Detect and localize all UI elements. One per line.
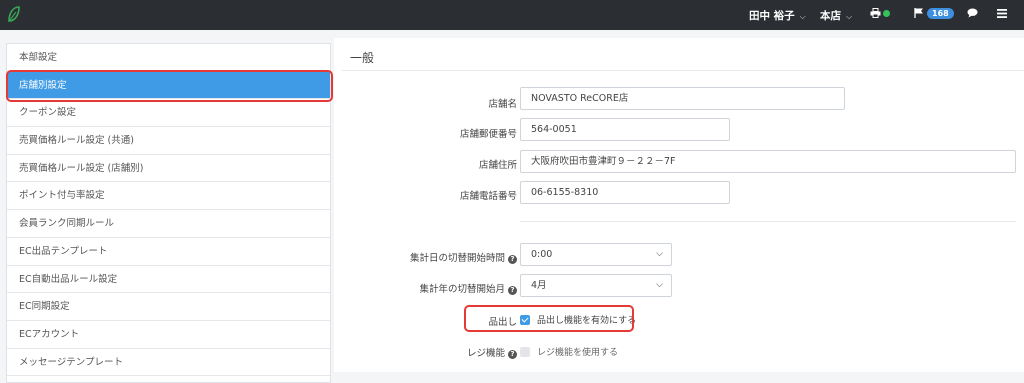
- address-input[interactable]: 大阪府吹田市豊津町９－２２－7F: [520, 150, 1016, 173]
- highlight-box: [6, 70, 333, 102]
- section-title: 一般: [350, 51, 375, 65]
- close-time-label: 集計日の切替開始時間?: [410, 250, 517, 264]
- sidebar-item-price-rule-common[interactable]: 売買価格ルール設定 (共通): [7, 127, 330, 155]
- main-menu-button[interactable]: [997, 8, 1007, 20]
- notifications-button[interactable]: 168: [914, 8, 954, 20]
- register-label: レジ機能?: [467, 345, 517, 359]
- printer-status[interactable]: [870, 8, 890, 20]
- register-label-text: レジ機能: [466, 348, 505, 359]
- app-logo-icon[interactable]: [7, 5, 21, 23]
- sidebar-item-ec-template[interactable]: EC出品テンプレート: [7, 238, 330, 266]
- register-checkbox-label[interactable]: レジ機能を使用する: [537, 345, 618, 358]
- help-icon[interactable]: ?: [508, 255, 517, 264]
- highlight-box: [464, 305, 634, 332]
- store-name: 本店: [820, 10, 841, 22]
- sidebar-item-ec-account[interactable]: ECアカウント: [7, 321, 330, 349]
- postal-code-label: 店舗郵便番号: [459, 129, 517, 140]
- fiscal-month-select[interactable]: 4月 ⌵: [520, 274, 672, 297]
- top-navbar: 田中 裕子 ⌵ 本店 ⌵ 168: [0, 0, 1024, 30]
- sidebar-item-member-rank[interactable]: 会員ランク同期ルール: [7, 210, 330, 238]
- sidebar-item-price-rule-store[interactable]: 売買価格ルール設定 (店舗別): [7, 155, 330, 183]
- phone-input[interactable]: 06-6155-8310: [520, 181, 730, 204]
- sidebar-item-head-office[interactable]: 本部設定: [7, 44, 330, 72]
- sidebar-item-points[interactable]: ポイント付与率設定: [7, 182, 330, 211]
- messages-button[interactable]: [967, 8, 978, 20]
- register-checkbox[interactable]: [520, 347, 530, 357]
- fiscal-month-label-text: 集計年の切替開始月: [419, 284, 505, 295]
- help-icon[interactable]: ?: [508, 286, 517, 295]
- chevron-down-icon: ⌵: [656, 249, 663, 259]
- notification-badge: 168: [927, 8, 954, 19]
- postal-code-input[interactable]: 564-0051: [520, 118, 730, 141]
- user-name: 田中 裕子: [749, 10, 795, 22]
- user-menu[interactable]: 田中 裕子 ⌵: [749, 8, 806, 23]
- divider: [520, 221, 1016, 222]
- fiscal-month-value: 4月: [531, 280, 547, 291]
- address-label: 店舗住所: [478, 160, 517, 171]
- chevron-down-icon: ⌵: [656, 280, 663, 290]
- divider: [342, 70, 1024, 71]
- close-time-value: 0:00: [531, 249, 553, 260]
- store-name-label: 店舗名: [488, 99, 517, 110]
- phone-label: 店舗電話番号: [459, 191, 517, 202]
- fiscal-month-label: 集計年の切替開始月?: [419, 281, 517, 295]
- chevron-down-icon: ⌵: [846, 12, 853, 21]
- flag-icon: [914, 8, 923, 18]
- chevron-down-icon: ⌵: [799, 12, 806, 21]
- sidebar-item-message-template[interactable]: メッセージテンプレート: [7, 349, 330, 377]
- store-menu[interactable]: 本店 ⌵: [820, 8, 852, 23]
- help-icon[interactable]: ?: [508, 350, 517, 359]
- chat-bubble-icon: [967, 8, 978, 18]
- sidebar-item-coupon[interactable]: クーポン設定: [7, 99, 330, 128]
- store-name-input[interactable]: NOVASTO ReCORE店: [520, 87, 845, 110]
- settings-main-panel: 一般 店舗名 NOVASTO ReCORE店 店舗郵便番号 564-0051 店…: [334, 38, 1024, 372]
- printer-icon: [870, 8, 881, 18]
- hamburger-menu-icon: [997, 9, 1007, 18]
- sidebar-item-ec-sync[interactable]: EC同期設定: [7, 293, 330, 321]
- close-time-label-text: 集計日の切替開始時間: [409, 253, 505, 264]
- close-time-select[interactable]: 0:00 ⌵: [520, 243, 672, 266]
- sidebar-item-ec-auto-listing[interactable]: EC自動出品ルール設定: [7, 266, 330, 294]
- status-indicator-icon: [883, 10, 890, 17]
